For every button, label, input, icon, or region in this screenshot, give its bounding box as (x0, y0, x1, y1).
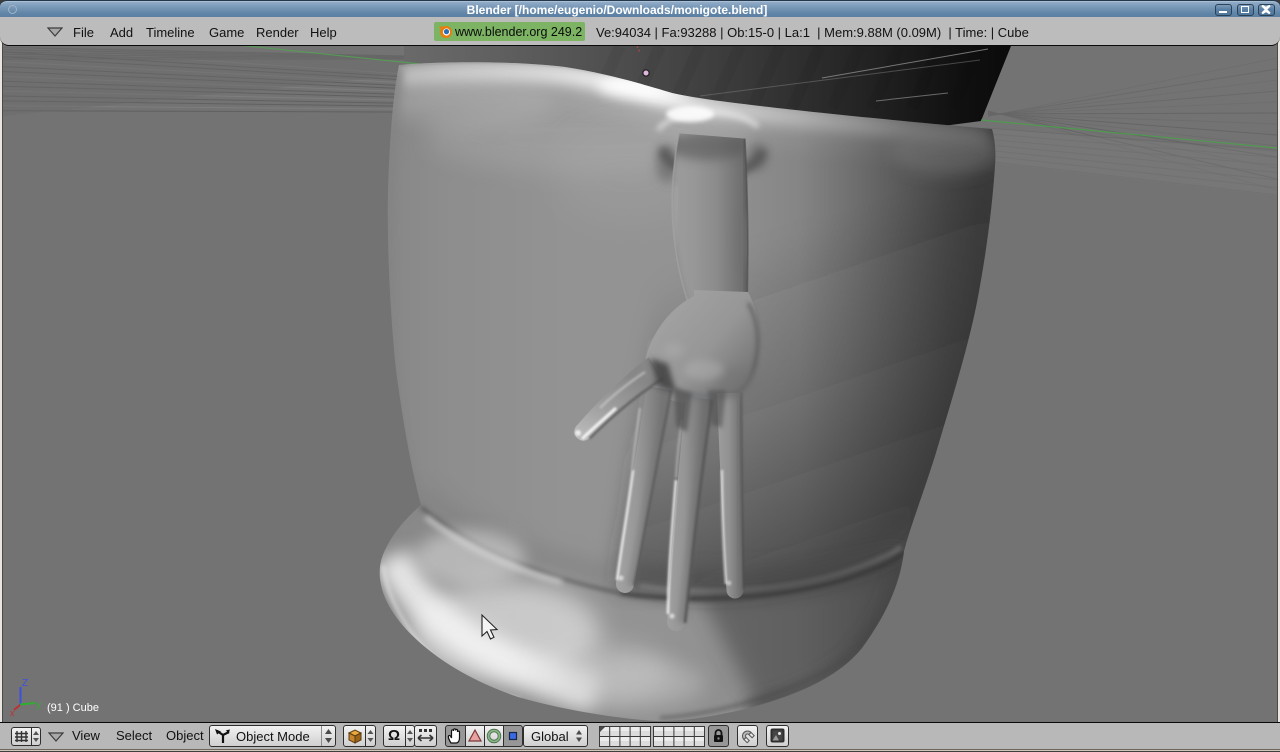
svg-text:y: y (36, 700, 41, 711)
svg-text:Z: Z (22, 678, 28, 689)
svg-text:x: x (10, 708, 15, 718)
svg-text:(91 ) Cube: (91 ) Cube (47, 702, 99, 714)
